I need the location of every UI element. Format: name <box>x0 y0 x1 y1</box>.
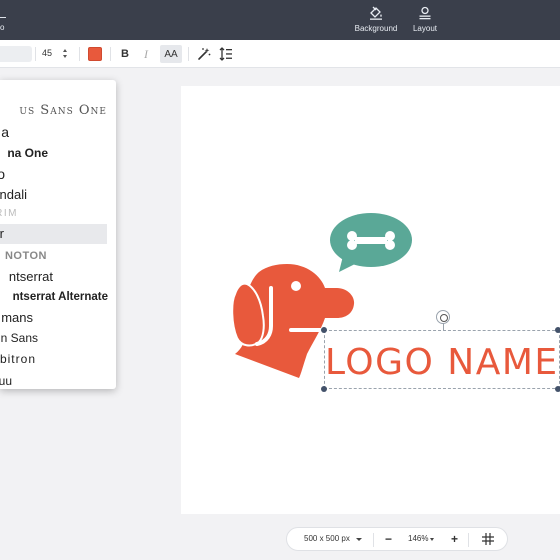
uppercase-button[interactable]: AA <box>160 45 182 63</box>
rotate-handle-icon[interactable] <box>436 310 450 324</box>
resize-handle-top-left[interactable] <box>321 327 327 333</box>
top-bar-partial-button[interactable]: o <box>0 10 10 36</box>
font-option-selected[interactable]: r <box>0 224 107 244</box>
toolbar-divider <box>79 47 80 61</box>
font-option[interactable]: n Sans <box>0 328 116 348</box>
partial-icon <box>0 10 6 18</box>
partial-button-label: o <box>0 23 5 32</box>
line-spacing-icon <box>219 47 232 61</box>
logo-name-text[interactable]: LOGO NAME <box>325 342 559 383</box>
font-option[interactable]: RIM <box>0 204 116 224</box>
font-option[interactable]: uu <box>0 371 116 389</box>
font-option[interactable]: na One <box>0 143 116 163</box>
zoom-in-button[interactable]: + <box>451 528 458 550</box>
layout-label: Layout <box>412 24 438 33</box>
font-option[interactable]: ntserrat Alternate <box>0 287 116 307</box>
layout-icon <box>418 6 432 20</box>
paint-bucket-icon <box>368 6 384 20</box>
font-option[interactable]: o <box>0 164 116 184</box>
chevron-down-icon[interactable] <box>356 538 362 541</box>
resize-handle-bottom-right[interactable] <box>555 386 560 392</box>
zoom-divider <box>373 533 374 547</box>
effects-button[interactable] <box>196 45 212 63</box>
resize-handle-top-right[interactable] <box>555 327 560 333</box>
zoom-out-button[interactable]: − <box>385 528 392 550</box>
resize-handle-bottom-left[interactable] <box>321 386 327 392</box>
text-toolbar: 45 B I AA <box>0 40 560 68</box>
zoom-divider <box>468 533 469 547</box>
font-dropdown-panel: us Sans One a na One o ndali RIM r NOTON… <box>0 80 116 389</box>
font-size-input[interactable]: 45 <box>42 48 52 58</box>
stepper-down-icon[interactable] <box>63 55 67 58</box>
top-bar: o Background Layout <box>0 0 560 40</box>
font-option[interactable]: us Sans One <box>0 101 116 121</box>
chevron-down-icon[interactable] <box>430 538 434 541</box>
stepper-up-icon[interactable] <box>63 49 67 52</box>
font-size-stepper[interactable] <box>63 48 69 60</box>
italic-button[interactable]: I <box>139 45 153 63</box>
toolbar-divider <box>35 47 36 61</box>
toolbar-divider <box>188 47 189 61</box>
canvas-size-select[interactable]: 500 x 500 px <box>304 528 350 550</box>
background-button[interactable]: Background <box>353 6 399 36</box>
layout-button[interactable]: Layout <box>410 6 440 36</box>
font-family-select[interactable] <box>0 46 32 62</box>
line-spacing-button[interactable] <box>218 45 234 63</box>
font-option[interactable]: ndali <box>0 185 116 205</box>
zoom-bar: 500 x 500 px − 146% + <box>286 527 508 551</box>
bold-button[interactable]: B <box>117 45 133 63</box>
toolbar-divider <box>110 47 111 61</box>
font-option[interactable]: ntserrat <box>0 267 116 287</box>
font-option[interactable]: mans <box>0 308 116 328</box>
text-color-swatch[interactable] <box>88 47 102 61</box>
font-option[interactable]: a <box>0 122 116 142</box>
magic-wand-icon <box>198 48 211 60</box>
font-option[interactable]: NOTON <box>0 246 116 266</box>
zoom-level-select[interactable]: 146% <box>408 528 428 550</box>
font-option[interactable]: bitron <box>0 349 116 369</box>
grid-icon[interactable] <box>482 533 494 545</box>
background-label: Background <box>354 24 398 33</box>
